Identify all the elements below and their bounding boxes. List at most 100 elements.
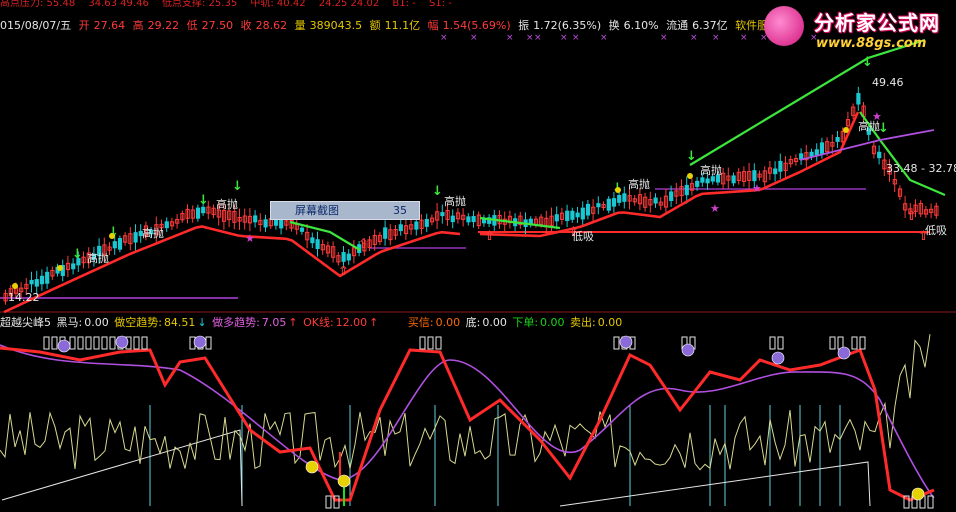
candle-body [778, 160, 783, 172]
logo-title: 分析家公式网 [814, 11, 940, 35]
indicator-pane [0, 334, 935, 509]
candle-body [617, 195, 622, 203]
candle-body [700, 177, 705, 183]
x-marker: × [660, 33, 668, 43]
signal-box [69, 336, 76, 350]
signal-box [51, 336, 58, 350]
sell-label-6: 高抛 [858, 119, 880, 133]
candle-body [29, 279, 34, 285]
ok-value: 12.00 [335, 316, 368, 329]
indicator-info-bar: 超越尖峰5 黑马: 0.00 做空趋势: 84.51 ↓ 做多趋势: 7.05 ↑ OK线… [0, 316, 624, 330]
candle-body [133, 232, 138, 243]
candle-body [195, 207, 201, 219]
signal-box [325, 495, 332, 509]
signal-box [109, 336, 116, 350]
smiley-icon [837, 346, 851, 360]
candle-body [440, 212, 445, 217]
candle-body [705, 178, 710, 184]
down-arrow-icon: ↓ [197, 316, 207, 329]
candle-body [752, 170, 757, 182]
sell-label-2: 高抛 [216, 197, 238, 211]
smiley-icon [305, 460, 319, 474]
candle-body [346, 253, 351, 261]
candle-body [819, 142, 825, 154]
smiley-icon [193, 335, 207, 349]
candle-body [585, 203, 591, 216]
di-label: 底: [465, 316, 481, 329]
chart-canvas[interactable]: ××××××××××××××× ↓↓↓↓↓↓↓↓↓⇧⇧⇧⇧⇧⇧★★★★ 49.4… [0, 0, 956, 512]
smiley-icon [681, 343, 695, 357]
order-label: 下单: [512, 316, 539, 329]
signal-box [419, 336, 426, 350]
smiley-icon [911, 487, 925, 501]
indicator-name: 超越尖峰5 [0, 316, 51, 329]
screenshot-tooltip[interactable]: 屏幕截图 35 [270, 201, 420, 220]
x-marker: × [506, 33, 514, 43]
logo-url: www.88gs.com [816, 36, 927, 51]
dot-marker [109, 233, 115, 239]
up-arrow-icon: ↑ [288, 316, 298, 329]
trade-signals: ↓↓↓↓↓↓↓↓↓⇧⇧⇧⇧⇧⇧★★★★ [12, 55, 929, 289]
candle-body [398, 224, 403, 232]
candle-body [341, 252, 346, 262]
tooltip-label: 屏幕截图 [295, 204, 339, 217]
x-marker: × [440, 33, 448, 43]
signal-box [141, 336, 148, 350]
candle-body [669, 191, 674, 202]
dd-label: 做多趋势: [212, 316, 260, 329]
sell-label-5: 高抛 [700, 163, 722, 177]
candle-body [164, 221, 169, 229]
yellow-oscillator-line [0, 334, 931, 471]
signal-box [427, 336, 434, 350]
candle-body [695, 180, 700, 187]
red-oscillator-line [0, 346, 935, 502]
dot-marker [12, 283, 18, 289]
candle-body [424, 218, 429, 227]
signal-box [93, 336, 100, 350]
buy-signal-value: 0.00 [435, 316, 461, 329]
smiley-icon [771, 351, 785, 365]
sell-signal-value: 0.00 [597, 316, 623, 329]
signal-box [777, 336, 784, 350]
dot-marker [843, 127, 849, 133]
di-value: 0.00 [482, 316, 507, 329]
candle-body [731, 175, 736, 184]
signal-box [927, 495, 934, 509]
logo-badge-icon [764, 6, 804, 46]
dot-marker [615, 187, 621, 193]
buy-label-mid: 低吸 [572, 230, 594, 243]
candle-body [596, 203, 601, 208]
candle-body [606, 198, 611, 211]
candle-body [315, 239, 320, 250]
low-price-label: 14.22 [8, 291, 40, 304]
white-ramp-line [1, 429, 243, 507]
signal-box [43, 336, 50, 350]
signal-box [859, 336, 866, 350]
smiley-icon [115, 335, 129, 349]
x-marker: × [740, 33, 748, 43]
candle-body [117, 238, 123, 250]
smiley-icon [619, 335, 633, 349]
kd-value: 84.51 [163, 316, 196, 329]
x-marker: × [560, 33, 568, 43]
sell-label-4: 高抛 [628, 177, 650, 191]
candle-body [263, 219, 268, 228]
x-marker: × [690, 33, 698, 43]
candle-body [575, 212, 580, 218]
smiley-icon [57, 339, 71, 353]
signal-box [205, 336, 212, 350]
candle-body [414, 221, 419, 230]
buy-arrow-icon: ⇧ [484, 229, 495, 244]
candle-body [310, 237, 315, 244]
ok-label: OK线: [303, 316, 334, 329]
dd-value: 7.05 [261, 316, 287, 329]
candle-body [710, 176, 715, 182]
sell-label-3: 高抛 [444, 194, 466, 208]
signal-box [101, 336, 108, 350]
mid-price-label: 33.48 - 32.78 [886, 162, 956, 175]
candle-body [71, 263, 76, 270]
smiley-icon [337, 474, 351, 488]
sell-label-1: 高抛 [142, 226, 164, 240]
sell-arrow-icon: ↓ [198, 193, 209, 208]
tooltip-value: 35 [393, 204, 407, 217]
